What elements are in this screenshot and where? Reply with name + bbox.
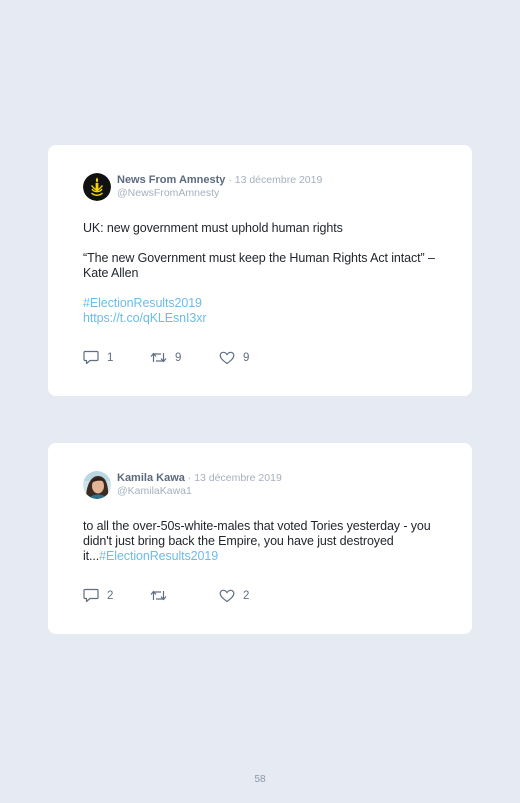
amnesty-candle-logo-icon xyxy=(83,173,111,201)
tweet-line: UK: new government must uphold human rig… xyxy=(83,221,343,235)
tweet-actions: 1 9 9 xyxy=(83,350,249,365)
reply-count: 2 xyxy=(107,589,114,602)
separator: · xyxy=(225,174,235,186)
reply-icon xyxy=(83,350,99,365)
author-name[interactable]: News From Amnesty xyxy=(117,174,225,186)
tweet-actions: 2 2 xyxy=(83,588,249,603)
retweet-icon xyxy=(150,590,167,601)
tweet-line: “The new Government must keep the Human … xyxy=(83,251,435,280)
reply-button[interactable]: 2 xyxy=(83,588,150,603)
reply-button[interactable]: 1 xyxy=(83,350,150,365)
like-count: 9 xyxy=(243,351,250,364)
hashtag-link[interactable]: #ElectionResults2019 xyxy=(83,296,437,311)
tweet-header: News From Amnesty · 13 décembre 2019 @Ne… xyxy=(83,173,437,205)
page-number: 58 xyxy=(254,774,266,785)
hashtag-link[interactable]: #ElectionResults2019 xyxy=(99,549,218,563)
tweet-card: Kamila Kawa · 13 décembre 2019 @KamilaKa… xyxy=(48,443,472,634)
heart-icon xyxy=(219,351,235,364)
tweet-date[interactable]: 13 décembre 2019 xyxy=(194,472,282,484)
avatar[interactable] xyxy=(83,471,111,499)
avatar[interactable] xyxy=(83,173,111,201)
retweet-count: 9 xyxy=(175,351,182,364)
retweet-button[interactable] xyxy=(150,588,219,603)
tweet-header: Kamila Kawa · 13 décembre 2019 @KamilaKa… xyxy=(83,471,437,503)
author-name[interactable]: Kamila Kawa xyxy=(117,472,185,484)
reply-icon xyxy=(83,588,99,603)
separator: · xyxy=(184,472,195,484)
like-button[interactable]: 2 xyxy=(219,589,249,603)
url-link[interactable]: https://t.co/qKLEsnI3xr xyxy=(83,311,437,326)
author-handle[interactable]: @NewsFromAmnesty xyxy=(117,187,322,200)
tweet-text: UK: new government must uphold human rig… xyxy=(83,221,437,326)
retweet-icon xyxy=(150,352,167,363)
like-count: 2 xyxy=(243,589,250,602)
retweet-button[interactable]: 9 xyxy=(150,350,219,365)
reply-count: 1 xyxy=(107,351,114,364)
tweet-text: to all the over-50s-white-males that vot… xyxy=(83,519,437,564)
tweet-date[interactable]: 13 décembre 2019 xyxy=(235,174,323,186)
like-button[interactable]: 9 xyxy=(219,351,249,365)
author-handle[interactable]: @KamilaKawa1 xyxy=(117,485,282,498)
heart-icon xyxy=(219,589,235,602)
tweet-card: News From Amnesty · 13 décembre 2019 @Ne… xyxy=(48,145,472,396)
profile-photo-icon xyxy=(83,471,111,499)
